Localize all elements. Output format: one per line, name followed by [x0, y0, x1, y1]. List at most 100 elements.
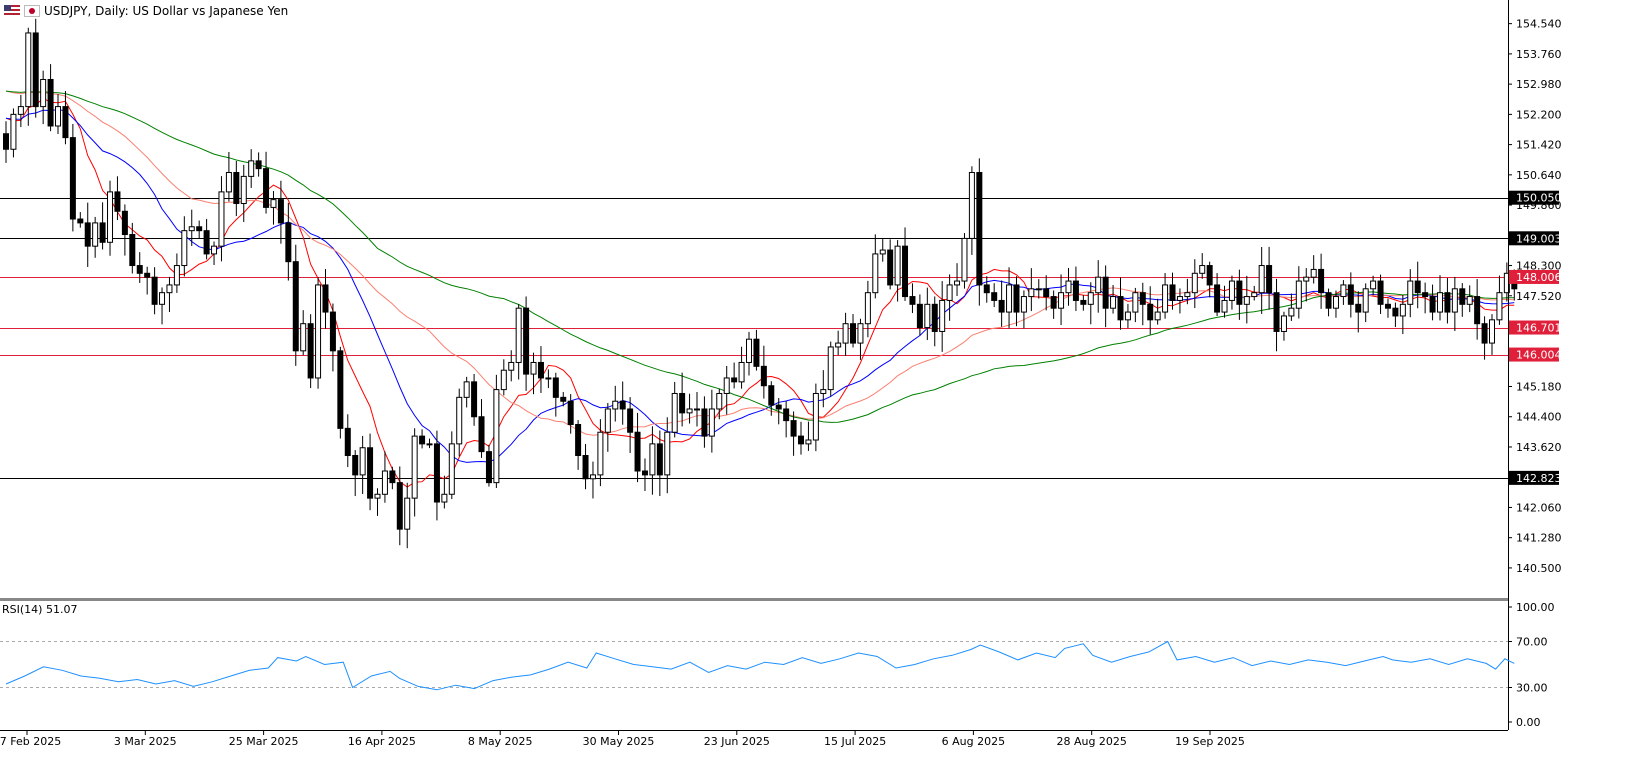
candle-body: [1087, 292, 1094, 305]
candle-body: [329, 311, 336, 352]
candle-body: [939, 299, 946, 332]
time-tick-label: 27 Feb 2025: [0, 735, 61, 748]
candle-body: [641, 470, 648, 476]
candle-body: [619, 400, 626, 410]
candle-body: [686, 408, 693, 414]
candle-body: [1392, 307, 1399, 317]
candle-body: [1332, 296, 1339, 309]
candle-body: [419, 435, 426, 445]
candle-body: [478, 416, 485, 453]
candle-body: [649, 443, 656, 476]
candle-body: [1399, 303, 1406, 317]
candle-body: [664, 431, 671, 476]
candle-body: [575, 423, 582, 457]
chart-canvas: 154.540 153.760 152.980 152.200 151.420 150.6…: [0, 0, 1562, 748]
candle-body: [537, 361, 544, 379]
candle-body: [842, 323, 849, 344]
candle-body: [515, 307, 522, 363]
candle-body: [1176, 296, 1183, 301]
candle-body: [285, 222, 292, 263]
candle-body: [879, 249, 886, 255]
candle-body: [277, 199, 284, 224]
candle-body: [1050, 296, 1057, 309]
time-tick-label: 3 Mar 2025: [114, 735, 177, 748]
candle-body: [1035, 288, 1042, 291]
candle-body: [396, 482, 403, 530]
candle-body: [352, 455, 359, 476]
candle-body: [1451, 288, 1458, 313]
level-price-label: 146.701: [1516, 322, 1562, 335]
jp-flag-icon: [24, 5, 40, 17]
candle-body: [255, 160, 262, 170]
candle-body: [1117, 296, 1124, 321]
candle-body: [1347, 284, 1354, 305]
candle-body: [1095, 276, 1102, 294]
time-tick-label: 25 Mar 2025: [229, 735, 299, 748]
candle-body: [604, 408, 611, 433]
candle-body: [560, 396, 567, 402]
candle-body: [760, 365, 767, 387]
candle-body: [1429, 296, 1436, 313]
price-tick-label: 147.520: [1516, 290, 1562, 303]
candle-body: [1206, 265, 1213, 286]
candle-body: [1370, 280, 1377, 290]
candle-body: [1310, 268, 1317, 278]
candle-body: [300, 323, 307, 352]
candle-body: [1303, 276, 1310, 282]
candle-body: [693, 408, 700, 411]
candle-body: [1407, 280, 1414, 305]
candle-body: [1184, 292, 1191, 298]
candle-body: [835, 342, 842, 348]
candle-body: [731, 377, 738, 383]
time-tick-label: 15 Jul 2025: [824, 735, 886, 748]
candle-body: [359, 447, 366, 476]
level-lines: [0, 198, 1508, 479]
time-tick-label: 30 May 2025: [583, 735, 655, 748]
candle-body: [530, 361, 537, 375]
candle-body: [248, 160, 255, 177]
candle-body: [909, 296, 916, 305]
ma-line: [5, 109, 1515, 463]
price-tick-label: 143.620: [1516, 441, 1562, 454]
candle-body: [857, 323, 864, 344]
candle-body: [976, 172, 983, 286]
price-tick-label: 144.400: [1516, 411, 1562, 424]
level-price-label: 149.003: [1516, 232, 1562, 245]
price-tick-label: 141.280: [1516, 532, 1562, 545]
candle-body: [1043, 288, 1050, 298]
candle-body: [738, 361, 745, 383]
candle-body: [864, 292, 871, 325]
candle-body: [196, 226, 203, 232]
price-tick-label: 140.500: [1516, 562, 1562, 575]
candle-body: [1221, 299, 1228, 313]
candle-body: [77, 218, 84, 224]
candle-body: [337, 350, 344, 429]
ma-line: [5, 90, 1515, 436]
candle-body: [159, 292, 166, 305]
us-flag-icon: [4, 5, 20, 17]
candle-body: [47, 78, 54, 127]
candle-body: [471, 381, 478, 418]
candle-body: [1414, 280, 1421, 294]
candle-body: [463, 381, 470, 398]
price-tick-label: 152.980: [1516, 78, 1562, 91]
candle-body: [946, 284, 953, 301]
candle-body: [3, 133, 9, 150]
candle-body: [998, 299, 1005, 313]
candle-body: [69, 137, 76, 220]
candle-body: [753, 338, 760, 367]
candle-body: [1436, 292, 1443, 313]
candle-body: [270, 199, 277, 208]
candle-body: [1243, 296, 1250, 305]
candle-body: [954, 280, 961, 286]
candle-body: [961, 237, 968, 282]
candle-body: [99, 222, 106, 243]
rsi-tick-label: 30.00: [1516, 682, 1548, 695]
candle-body: [790, 420, 797, 437]
candle-body: [1444, 292, 1451, 313]
candle-body: [1266, 265, 1273, 294]
candle-body: [701, 408, 708, 437]
time-tick-label: 8 May 2025: [468, 735, 533, 748]
rsi-panel: 100.00 70.00 30.00 0.00: [0, 598, 1555, 729]
candle-body: [1072, 280, 1079, 301]
